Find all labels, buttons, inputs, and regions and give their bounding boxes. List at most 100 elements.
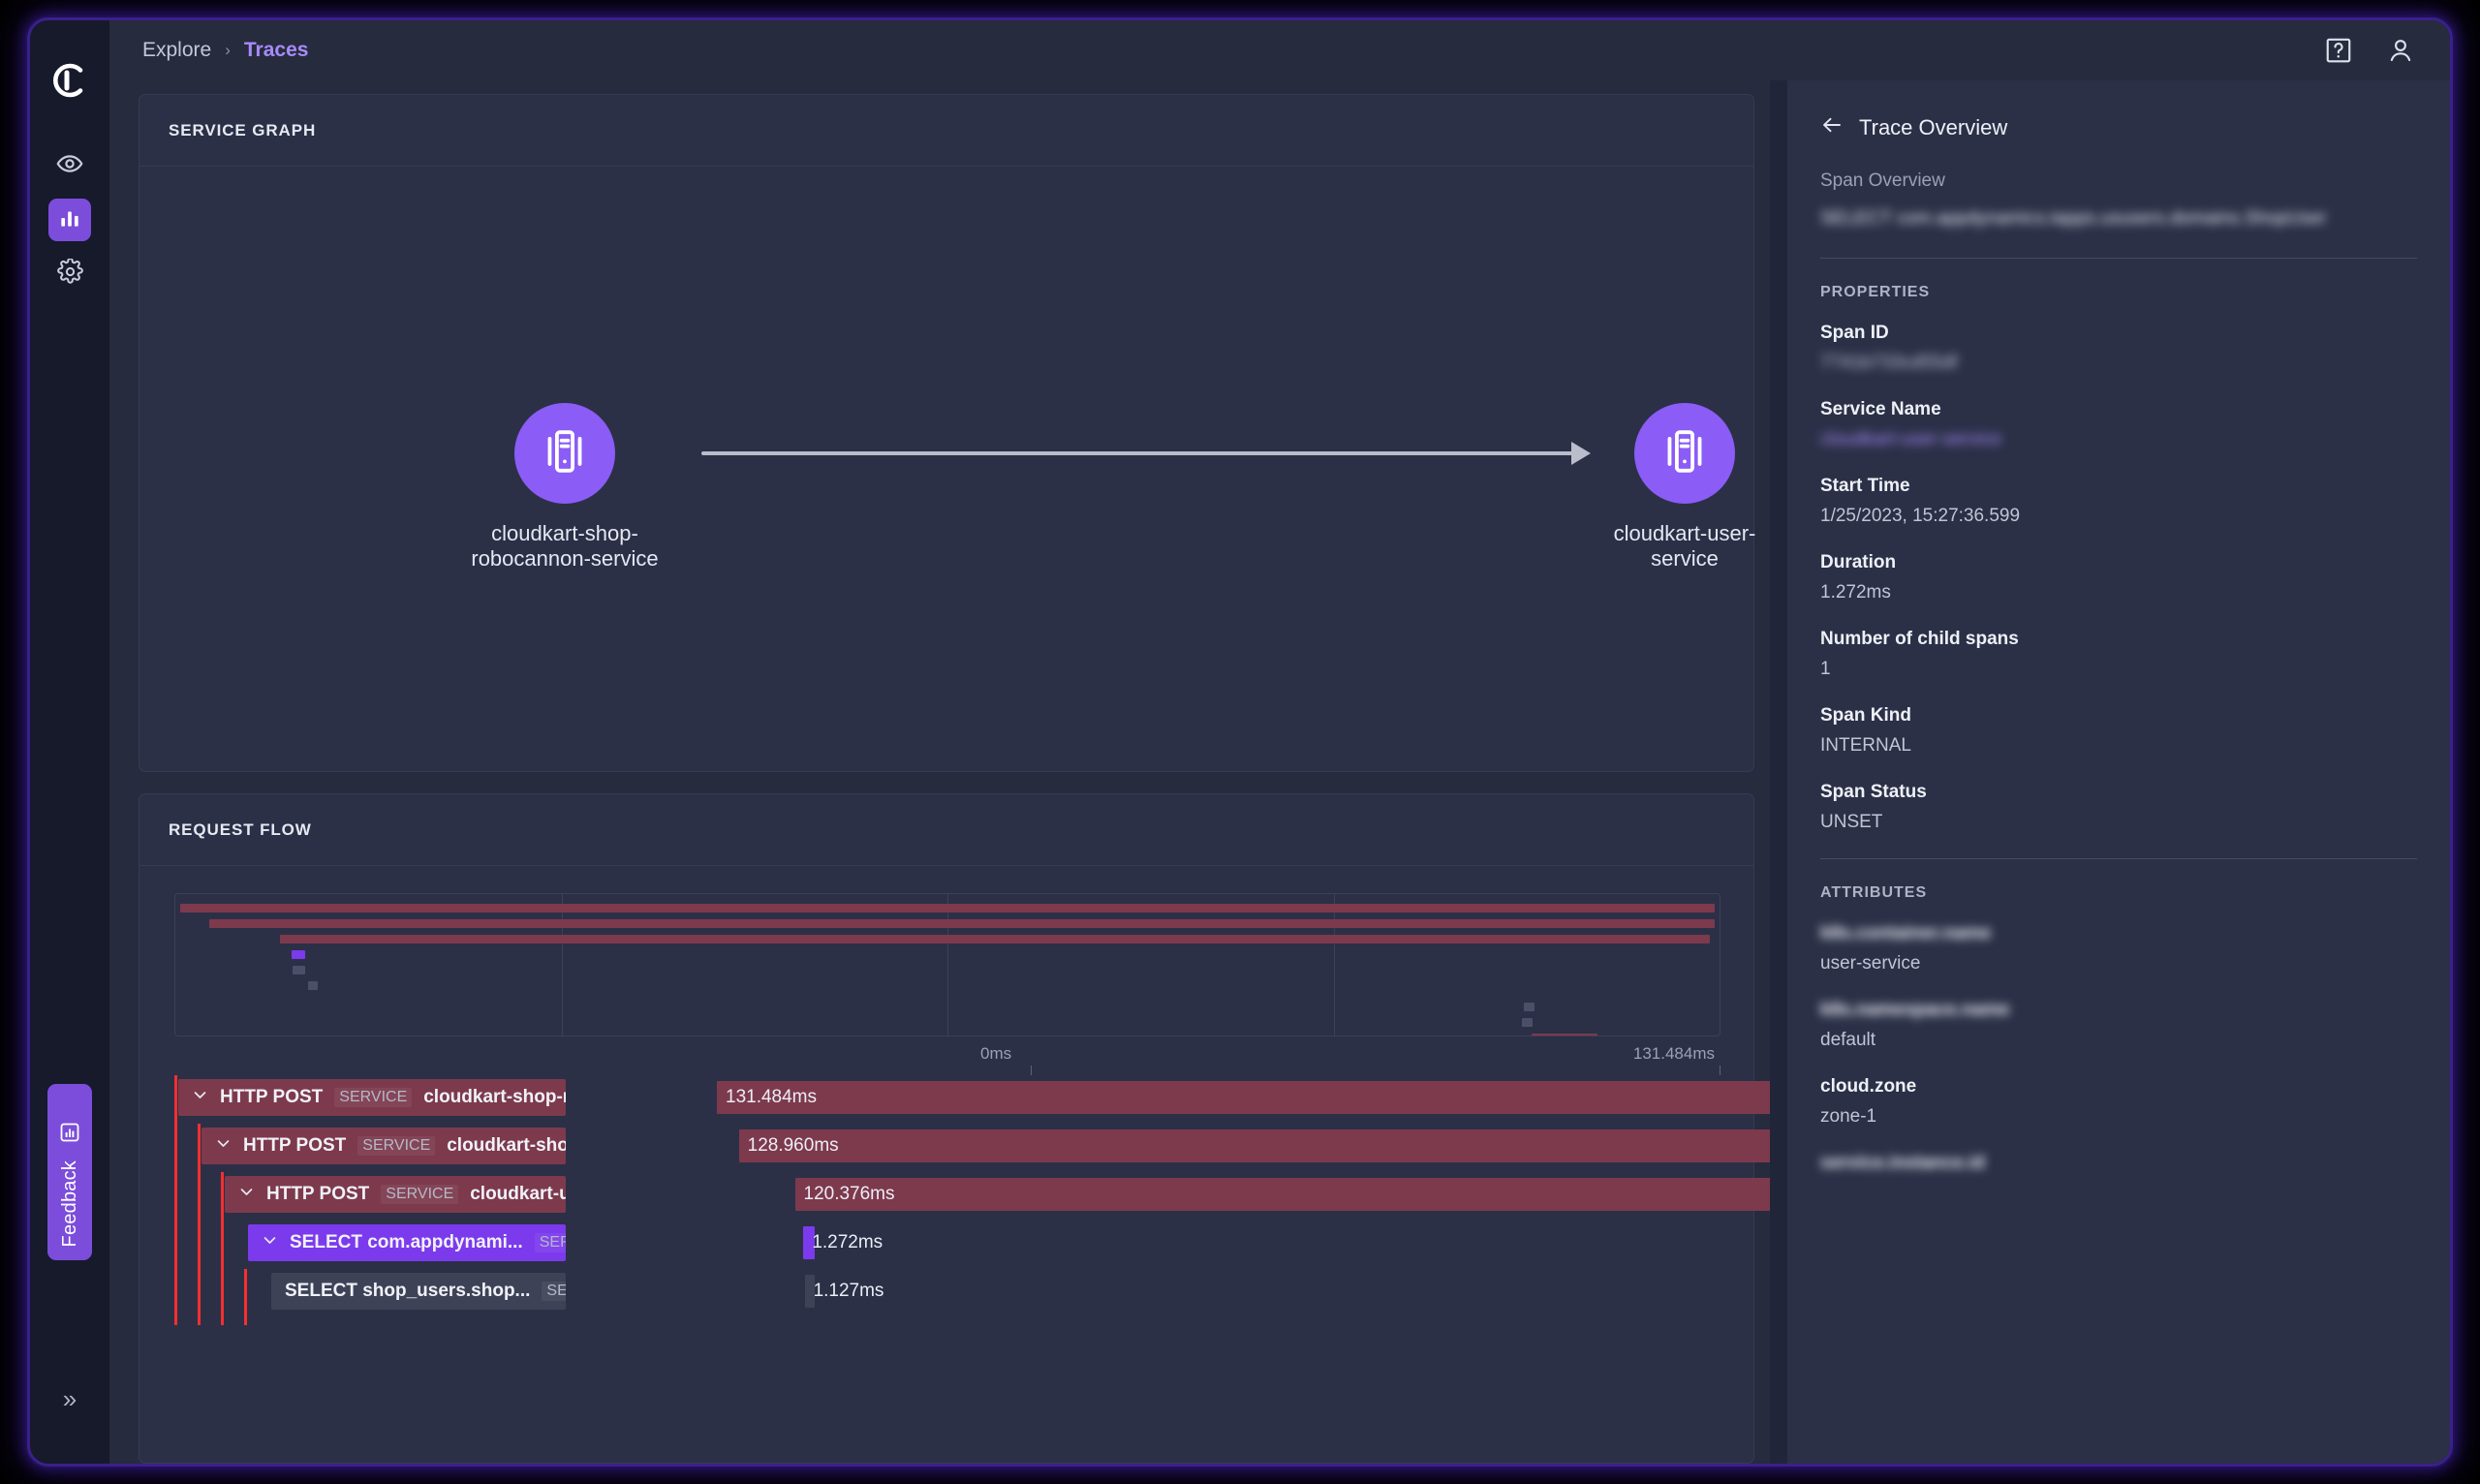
details-title: Trace Overview	[1859, 114, 2008, 139]
span-kind-badge: SERVICE	[534, 1233, 566, 1252]
minimap-span-bar	[280, 935, 1711, 943]
content-column: Explore › Traces SERVICE GRAPH cloudkart…	[109, 20, 2450, 1464]
sidebar-item-explore[interactable]	[48, 199, 91, 241]
left-nav-rail: Feedback »	[30, 20, 109, 1464]
server-rack-icon	[1658, 425, 1711, 482]
sidebar-item-settings[interactable]	[48, 253, 91, 295]
chevron-down-icon[interactable]	[238, 1184, 255, 1205]
chevron-down-icon[interactable]	[215, 1135, 232, 1157]
span-duration-label: 120.376ms	[803, 1184, 895, 1204]
span-row[interactable]: SELECT shop_users.shop...SERVICEcloudkar…	[174, 1269, 1720, 1325]
minimap-span-bar	[179, 904, 1716, 912]
property-key: Number of child spans	[1820, 628, 2019, 649]
help-question-icon[interactable]	[2324, 36, 2353, 65]
attributes-caption: ATTRIBUTES	[1820, 883, 1928, 901]
minimap-gridline	[947, 894, 948, 1036]
property-key: Duration	[1820, 551, 1897, 572]
property-value: INTERNAL	[1820, 734, 1911, 756]
request-flow-title: REQUEST FLOW	[140, 794, 1753, 866]
property-value: UNSET	[1820, 811, 1883, 832]
timeline-axis: 0ms 131.484ms	[174, 1036, 1720, 1075]
span-row-label[interactable]: HTTP POST SERVICE cloudkart-user-service	[225, 1176, 566, 1213]
user-account-icon[interactable]	[2386, 36, 2415, 65]
trace-minimap[interactable]	[174, 893, 1720, 1036]
span-service-name: cloudkart-shop-roboca...	[447, 1135, 566, 1156]
details-divider-attributes	[1820, 857, 2417, 859]
body-row: SERVICE GRAPH cloudkart-shop-robocannon-…	[109, 80, 2450, 1464]
property-value: 1.272ms	[1820, 581, 1891, 603]
span-service-name: cloudkart-user-service	[470, 1184, 566, 1204]
attribute-key: k8s.container.name	[1820, 922, 1992, 943]
attribute-value: user-service	[1820, 952, 1921, 974]
details-header: Trace Overview	[1820, 113, 2417, 141]
details-divider-properties	[1820, 257, 2417, 259]
span-operation-name: HTTP POST	[266, 1184, 370, 1204]
details-gutter	[1770, 80, 1787, 1464]
attribute-key: cloud.zone	[1820, 1075, 1917, 1097]
minimap-gridline	[1333, 894, 1335, 1036]
topbar-actions	[2324, 36, 2415, 65]
axis-label-start: 0ms	[980, 1044, 1012, 1063]
span-row-label[interactable]: HTTP POST SERVICE cloudkart-shop-roboca...	[202, 1128, 566, 1164]
feedback-label: Feedback	[58, 1159, 80, 1247]
span-overview-label: Span Overview	[1820, 170, 1945, 191]
service-node-label: cloudkart-shop-robocannon-service	[471, 521, 659, 571]
span-row[interactable]: SELECT com.appdynami...SERVICEcloudkar..…	[174, 1221, 1720, 1277]
span-operation-name: HTTP POST	[220, 1087, 324, 1107]
span-row[interactable]: HTTP POST SERVICE cloudkart-user-service 12…	[174, 1172, 1770, 1228]
span-operation-name: HTTP POST	[243, 1135, 347, 1156]
top-bar: Explore › Traces	[109, 20, 2450, 80]
main-column: SERVICE GRAPH cloudkart-shop-robocannon-…	[109, 80, 1770, 1464]
minimap-span-bar	[308, 981, 318, 990]
span-row[interactable]: HTTP POST SERVICE cloudkart-shop-roboca...…	[174, 1124, 1770, 1180]
span-duration-bar[interactable]	[794, 1178, 1770, 1211]
span-indent-guide	[174, 1269, 177, 1325]
span-waterfall[interactable]: HTTP POST SERVICE cloudkart-shop-roboca...…	[174, 1075, 1770, 1325]
appdynamics-logo-icon[interactable]	[48, 59, 91, 102]
service-graph-canvas[interactable]: cloudkart-shop-robocannon-service cloudk…	[140, 167, 1755, 771]
span-service-name: cloudkart-shop-roboca...	[423, 1087, 566, 1107]
trace-details-panel: Trace Overview Span Overview SELECT com.…	[1787, 80, 2450, 1464]
span-row-label[interactable]: SELECT shop_users.shop...SERVICEcloudkar…	[271, 1273, 566, 1310]
property-key: Span Status	[1820, 781, 1927, 802]
feedback-button[interactable]: Feedback	[47, 1084, 92, 1260]
span-row-label[interactable]: SELECT com.appdynami...SERVICEcloudkar..…	[248, 1224, 566, 1261]
span-row[interactable]: HTTP POST SERVICE cloudkart-shop-roboca...…	[174, 1075, 1770, 1131]
service-node-avatar	[1634, 403, 1735, 504]
minimap-gridline	[561, 894, 563, 1036]
minimap-span-bar	[1523, 1003, 1534, 1011]
span-row-label[interactable]: HTTP POST SERVICE cloudkart-shop-roboca...	[178, 1079, 566, 1116]
breadcrumb-item-traces[interactable]: Traces	[244, 39, 309, 62]
span-kind-badge: SERVICE	[357, 1136, 436, 1156]
chevron-down-icon[interactable]	[262, 1232, 278, 1253]
service-node-user-service[interactable]: cloudkart-user-service	[1583, 403, 1770, 572]
sidebar-item-observe[interactable]	[48, 144, 91, 187]
chevron-down-icon[interactable]	[192, 1087, 208, 1108]
minimap-span-bar	[209, 919, 1716, 928]
span-duration-label: 1.272ms	[812, 1232, 884, 1252]
axis-tick-start	[1031, 1066, 1032, 1075]
property-key: Span Kind	[1820, 704, 1911, 726]
breadcrumb-item-explore[interactable]: Explore	[142, 39, 211, 62]
span-operation-name: SELECT com.appdynami...	[290, 1232, 523, 1252]
service-graph-title: SERVICE GRAPH	[140, 95, 1753, 167]
service-node-shop-robocannon[interactable]: cloudkart-shop-robocannon-service	[463, 403, 666, 572]
span-duration-bar[interactable]	[717, 1081, 1770, 1114]
request-flow-card: REQUEST FLOW 0ms 131.484ms HTTP POST SERV…	[139, 793, 1770, 1464]
minimap-span-bar	[291, 950, 305, 959]
properties-list: Span ID 7741b733cd55df Service Name cloudka…	[1820, 323, 2417, 833]
property-value: 7741b733cd55df	[1820, 352, 1958, 373]
span-kind-badge: SERVICE	[542, 1282, 566, 1301]
property-value[interactable]: cloudkart-user-service	[1820, 429, 2417, 450]
attribute-value: zone-1	[1820, 1105, 1877, 1127]
span-duration-bar[interactable]	[738, 1129, 1770, 1162]
span-kind-badge: SERVICE	[334, 1088, 413, 1107]
arrow-left-icon[interactable]	[1820, 113, 1844, 141]
span-duration-label: 131.484ms	[726, 1087, 818, 1107]
property-value: 1	[1820, 658, 1831, 679]
feedback-chart-icon	[58, 1121, 81, 1149]
axis-label-end: 131.484ms	[1632, 1044, 1715, 1063]
rail-expand-button[interactable]: »	[30, 1386, 109, 1411]
span-overview-value: SELECT com.appdynamics.tapps.ususers.dom…	[1820, 208, 2327, 229]
properties-caption: PROPERTIES	[1820, 283, 1931, 300]
